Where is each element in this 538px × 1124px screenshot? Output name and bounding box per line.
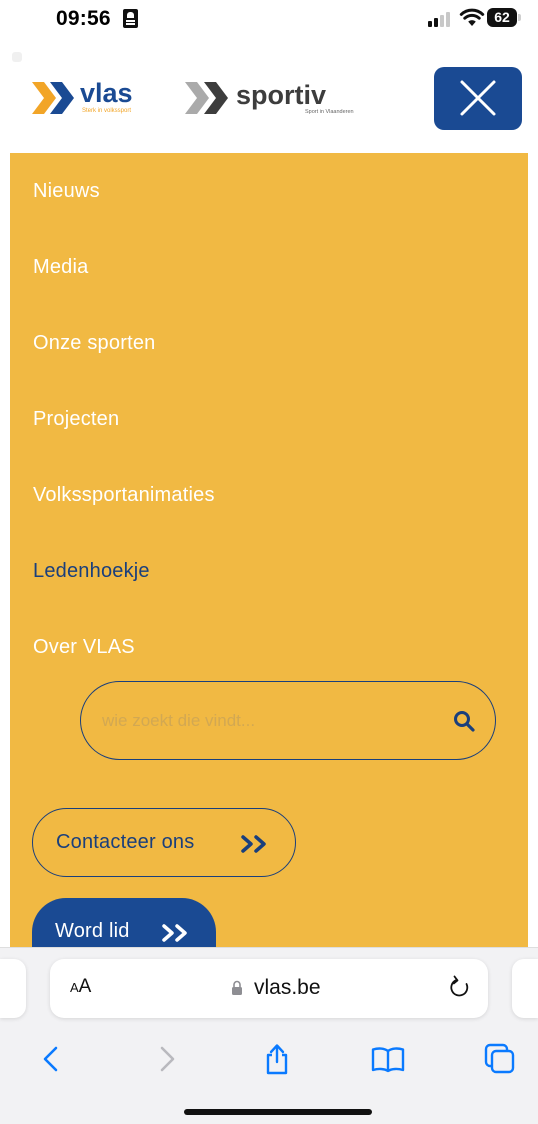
- menu-item-projecten[interactable]: Projecten: [33, 408, 119, 431]
- bookmarks-icon[interactable]: [370, 1041, 406, 1077]
- aa-small-label: A: [70, 980, 79, 995]
- menu-item-onze-sporten[interactable]: Onze sporten: [33, 332, 155, 355]
- close-menu-button[interactable]: [434, 67, 522, 130]
- search-icon[interactable]: [453, 710, 475, 732]
- home-indicator: [184, 1109, 372, 1115]
- double-chevron-right-icon: [162, 924, 187, 942]
- lock-icon: [232, 980, 242, 995]
- menu-item-media[interactable]: Media: [33, 256, 88, 279]
- share-icon[interactable]: [259, 1041, 295, 1077]
- contact-button[interactable]: Contacteer ons: [32, 808, 296, 877]
- double-chevron-right-icon: [241, 835, 266, 853]
- navigation-menu: Nieuws Media Onze sporten Projecten Volk…: [10, 153, 528, 947]
- reload-icon[interactable]: [448, 975, 472, 1001]
- page-edge-mark: [12, 52, 22, 62]
- reader-options-button[interactable]: AA: [70, 976, 91, 998]
- next-tab-preview[interactable]: [512, 959, 538, 1018]
- status-time: 09:56: [56, 7, 111, 30]
- browser-toolbar: AA vlas.be: [0, 947, 538, 1124]
- vlas-logo[interactable]: vlas Sterk in volkssport: [30, 78, 150, 118]
- previous-tab-preview[interactable]: [0, 959, 26, 1018]
- become-member-button[interactable]: Word lid: [32, 898, 216, 947]
- vlas-logo-tagline: Sterk in volkssport: [82, 108, 132, 114]
- id-card-icon: [123, 9, 138, 28]
- battery-indicator: 62: [487, 8, 517, 27]
- menu-item-nieuws[interactable]: Nieuws: [33, 180, 100, 203]
- url-text: vlas.be: [254, 976, 321, 999]
- forward-icon[interactable]: [148, 1041, 184, 1077]
- contact-button-label: Contacteer ons: [56, 831, 195, 853]
- battery-tip: [518, 14, 521, 21]
- menu-item-volkssportanimaties[interactable]: Volkssportanimaties: [33, 484, 215, 507]
- menu-item-ledenhoekje[interactable]: Ledenhoekje: [33, 560, 150, 583]
- close-icon: [460, 80, 496, 116]
- wifi-icon: [459, 8, 485, 26]
- cellular-signal-icon: [428, 11, 452, 27]
- sportiv-logo[interactable]: sportiv Sport in Vlaanderen: [180, 78, 370, 118]
- status-bar: 09:56 62: [0, 0, 538, 40]
- tabs-icon[interactable]: [482, 1041, 518, 1077]
- address-bar[interactable]: AA vlas.be: [50, 959, 488, 1018]
- menu-item-over-vlas[interactable]: Over VLAS: [33, 636, 135, 659]
- sportiv-chevrons-icon: [185, 82, 228, 114]
- search-box: [80, 681, 496, 760]
- search-input[interactable]: [102, 706, 422, 736]
- back-icon[interactable]: [34, 1041, 70, 1077]
- vlas-logo-text: vlas: [80, 78, 133, 108]
- aa-large-label: A: [78, 976, 92, 997]
- sportiv-logo-tagline: Sport in Vlaanderen: [305, 109, 354, 115]
- become-member-button-label: Word lid: [55, 920, 130, 942]
- vlas-chevrons-icon: [32, 82, 74, 114]
- sportiv-logo-text: sportiv: [236, 80, 327, 110]
